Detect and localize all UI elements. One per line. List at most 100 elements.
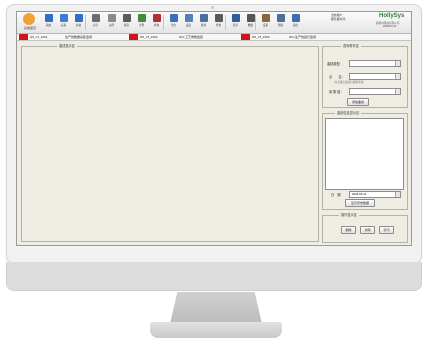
tab-2-code[interactable]: HS_LT_1002 — [140, 34, 157, 40]
toolbar-button-label: 打印 — [92, 24, 99, 27]
toolbar-button-label: 系统 — [45, 24, 52, 27]
point-name-label: 点 名： — [329, 75, 345, 79]
toolbar-button-10[interactable]: 设定 — [182, 14, 195, 31]
clear-button[interactable]: 清除 — [360, 226, 375, 234]
monitor-stand-base — [150, 322, 282, 338]
add-curve-button[interactable]: 添加曲线 — [347, 98, 369, 106]
toolbar-button-3[interactable]: 前进 — [72, 14, 85, 31]
toolbar-button-label: 前进 — [75, 24, 82, 27]
tab-2-desc[interactable]: 001-工艺参数监控 — [179, 34, 203, 40]
toolbar-button-label: 设定 — [185, 24, 192, 27]
curve-info-list[interactable] — [325, 118, 404, 190]
sigma-icon — [246, 14, 255, 22]
point-name-select[interactable] — [349, 73, 401, 80]
toolbar-button-label: 后退 — [60, 24, 67, 27]
show-history-button[interactable]: 显示历史数据 — [345, 199, 375, 207]
toolbar-button-5[interactable]: 关闭 — [105, 14, 118, 31]
sample-value-select[interactable] — [349, 88, 401, 95]
tab-bar: HS_LT_1001 生产线数据采集监视 HS_LT_1002 001-工艺参数… — [17, 34, 411, 41]
app-logo[interactable]: 系统首页 — [20, 13, 38, 31]
toolbar-button-label: 导出 — [170, 24, 177, 27]
monitor-icon — [231, 14, 240, 22]
tab-2-flag-icon — [129, 34, 138, 40]
status-info: 当前用户： 服务器时间： — [331, 13, 377, 32]
globe-icon — [59, 14, 68, 22]
user-icon — [291, 14, 300, 22]
table-icon — [137, 14, 146, 22]
toolbar-separator — [225, 15, 226, 30]
curve-type-label: 曲线类型： — [327, 62, 343, 66]
point-name-hint: （点名或点描述可模糊查询） — [332, 81, 366, 84]
toolbar-button-8[interactable]: 查询 — [150, 14, 163, 31]
copy-icon — [199, 14, 208, 22]
chevron-down-icon — [395, 74, 400, 79]
back-arrow-icon — [44, 14, 53, 22]
curve-display-panel — [21, 46, 319, 242]
toolbar-separator — [163, 15, 164, 30]
tab-3-code[interactable]: HS_LT_1003 — [252, 34, 269, 40]
monitor-chin — [6, 262, 422, 291]
monitor-stand-neck — [170, 292, 262, 324]
toolbar-button-label: 复制 — [200, 24, 207, 27]
app-window: 系统首页 系统 后退 前进 打印 关闭 保存 计算 查询 导出 设定 复制 查找 显示 数据 设置 帮助 退出 … — [16, 11, 412, 246]
curve-display-legend: 曲线显示区 — [57, 43, 77, 48]
grid-icon — [169, 14, 178, 22]
toolbar-button-label: 帮助 — [277, 24, 284, 27]
toolbar-button-6[interactable]: 保存 — [120, 14, 133, 31]
camera-dot — [211, 6, 214, 9]
date-picker[interactable]: 2018-03-12 — [349, 191, 401, 198]
toolbar-button-label: 关闭 — [108, 24, 115, 27]
toolbar-separator — [85, 15, 86, 30]
curve-type-select[interactable] — [349, 60, 401, 67]
toolbar-button-11[interactable]: 复制 — [197, 14, 210, 31]
toolbar: 系统首页 系统 后退 前进 打印 关闭 保存 计算 查询 导出 设定 复制 查找 显示 数据 设置 帮助 退出 … — [17, 12, 411, 34]
delete-button[interactable]: 删除 — [341, 226, 356, 234]
toolbar-button-label: 查找 — [215, 24, 222, 27]
server-time-label: 服务器时间： — [331, 17, 348, 21]
brand-date: 2018-03-12 — [383, 25, 397, 28]
toolbar-button-label: 退出 — [292, 24, 299, 27]
forward-arrow-icon — [74, 14, 83, 22]
tab-1-flag-icon — [19, 34, 28, 40]
toolbar-button-13[interactable]: 显示 — [229, 14, 242, 31]
sample-value-label: 采 集 值： — [329, 90, 344, 94]
query-legend: 查询条件区 — [341, 43, 361, 48]
toolbar-button-label: 保存 — [123, 24, 130, 27]
window-icon — [107, 14, 116, 22]
gear-icon — [261, 14, 270, 22]
logo-sun-icon — [23, 13, 35, 25]
toolbar-button-12[interactable]: 查找 — [212, 14, 225, 31]
brand-block: HollySys 和利时科技有限公司 2018-03-12 — [375, 13, 411, 32]
toolbar-button-label: 设置 — [262, 24, 269, 27]
tab-3-desc[interactable]: 001-生产线运行监视 — [289, 34, 316, 40]
toolbar-button-15[interactable]: 设置 — [259, 14, 272, 31]
chevron-down-icon — [395, 89, 400, 94]
toolbar-button-1[interactable]: 系统 — [42, 14, 55, 31]
toolbar-button-17[interactable]: 退出 — [289, 14, 302, 31]
disk-icon — [122, 14, 131, 22]
tab-1-code[interactable]: HS_LT_1001 — [30, 34, 47, 40]
panel-icon — [184, 14, 193, 22]
logo-label: 系统首页 — [23, 26, 36, 30]
tab-3-flag-icon — [241, 34, 250, 40]
print-button[interactable]: 打印 — [379, 226, 394, 234]
curve-info-legend: 曲线信息显示区 — [335, 110, 362, 115]
book-icon — [152, 14, 161, 22]
operation-legend: 操作显示区 — [339, 212, 359, 217]
toolbar-button-label: 查询 — [153, 24, 160, 27]
toolbar-button-7[interactable]: 计算 — [135, 14, 148, 31]
toolbar-button-9[interactable]: 导出 — [167, 14, 180, 31]
chevron-down-icon — [395, 61, 400, 66]
toolbar-button-16[interactable]: 帮助 — [274, 14, 287, 31]
brand-name: HollySys — [379, 13, 405, 19]
tab-1-desc[interactable]: 生产线数据采集监视 — [65, 34, 92, 40]
toolbar-button-4[interactable]: 打印 — [89, 14, 102, 31]
toolbar-separator — [255, 15, 256, 30]
toolbar-button-label: 计算 — [138, 24, 145, 27]
date-label: 日 期 — [331, 193, 341, 197]
date-value: 2018-03-12 — [352, 192, 367, 196]
chevron-down-icon — [395, 192, 400, 197]
toolbar-button-2[interactable]: 后退 — [57, 14, 70, 31]
toolbar-button-label: 显示 — [232, 24, 239, 27]
printer-icon — [91, 14, 100, 22]
